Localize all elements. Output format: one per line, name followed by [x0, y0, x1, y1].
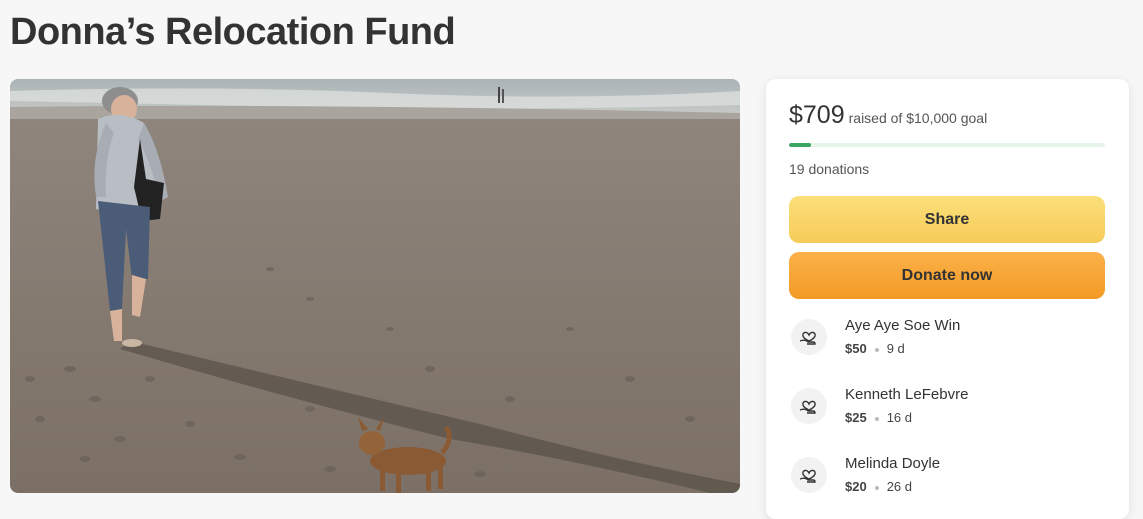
donor-name: Kenneth LeFebvre — [845, 386, 969, 403]
donate-now-button[interactable]: Donate now — [789, 252, 1105, 299]
donor-meta: $25 16 d — [845, 410, 912, 425]
donor-amount: $50 — [845, 341, 867, 356]
donor-amount: $20 — [845, 479, 867, 494]
hero-photo — [10, 79, 740, 493]
donor-meta: $20 26 d — [845, 479, 912, 494]
heart-hand-icon — [791, 388, 827, 424]
progress-bar — [789, 143, 1105, 147]
separator-dot — [874, 485, 879, 490]
donation-count: 19 donations — [789, 161, 870, 177]
donor-item: Kenneth LeFebvre $25 16 d — [789, 386, 1105, 436]
separator-dot — [874, 416, 879, 421]
share-button[interactable]: Share — [789, 196, 1105, 243]
separator-dot — [874, 347, 879, 352]
donor-item: Melinda Doyle $20 26 d — [789, 455, 1105, 505]
donor-time: 26 d — [886, 479, 913, 494]
donor-time: 9 d — [886, 341, 905, 356]
heart-hand-icon — [791, 457, 827, 493]
page-title: Donna’s Relocation Fund — [10, 11, 456, 53]
amount-raised: $709 — [789, 101, 845, 129]
donor-meta: $50 9 d — [845, 341, 905, 356]
donor-name: Melinda Doyle — [845, 455, 941, 472]
donor-time: 16 d — [886, 410, 913, 425]
donor-amount: $25 — [845, 410, 867, 425]
donation-card: $709 raised of $10,000 goal 19 donations … — [766, 79, 1129, 519]
donor-item: Aye Aye Soe Win $50 9 d — [789, 317, 1105, 367]
amount-raised-row: $709 raised of $10,000 goal — [789, 101, 987, 130]
goal-text: raised of $10,000 goal — [848, 110, 988, 126]
progress-bar-fill — [789, 143, 812, 147]
heart-hand-icon — [791, 319, 827, 355]
donor-name: Aye Aye Soe Win — [845, 317, 961, 334]
